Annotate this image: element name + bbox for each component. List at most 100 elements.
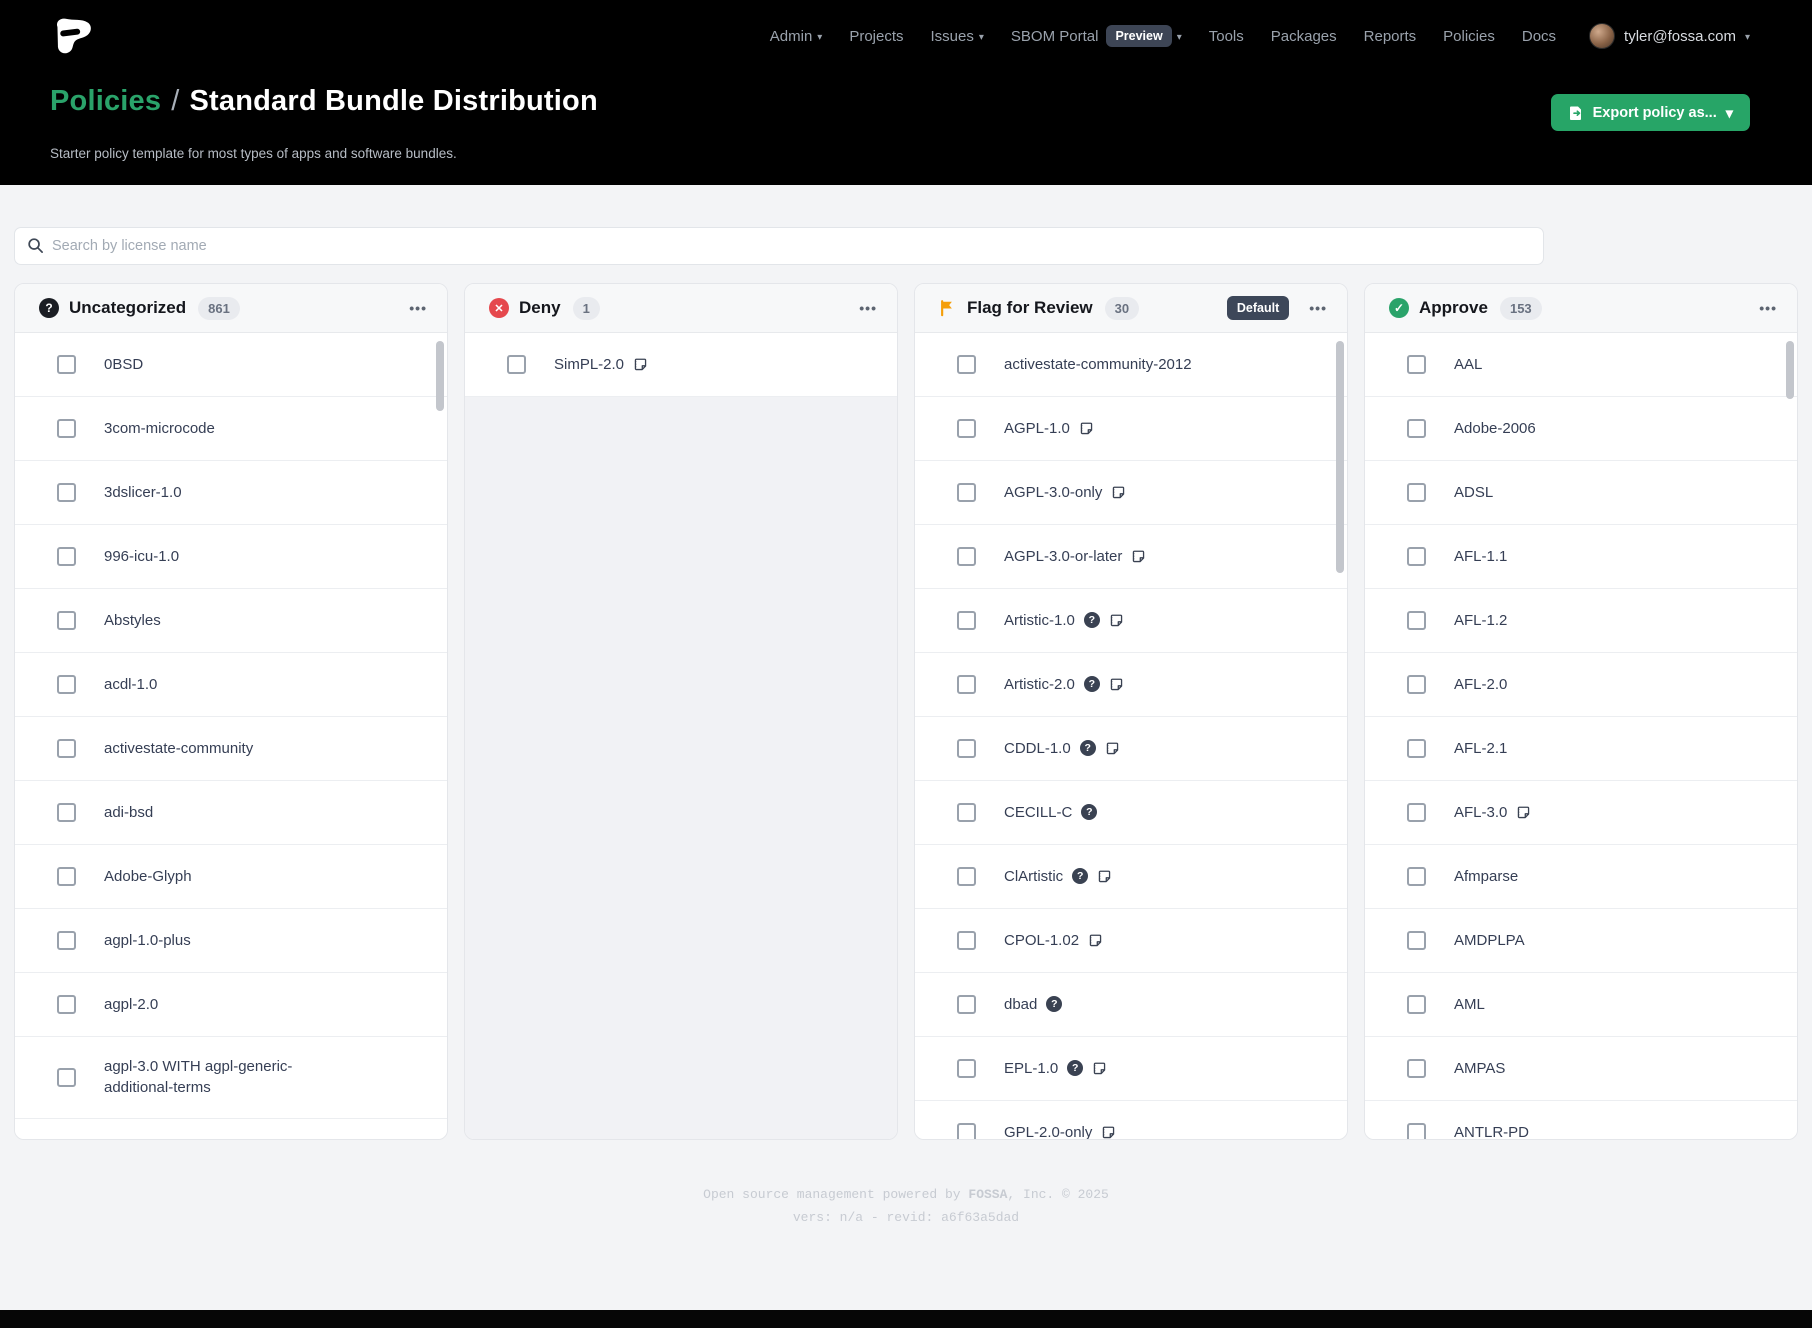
license-row[interactable]: acdl-1.0 <box>15 653 447 717</box>
question-badge-icon[interactable]: ? <box>1084 612 1100 628</box>
nav-item-policies[interactable]: Policies <box>1443 28 1495 45</box>
question-badge-icon[interactable]: ? <box>1046 996 1062 1012</box>
license-row[interactable]: Adobe-2006 <box>1365 397 1797 461</box>
license-text-icon[interactable] <box>1079 421 1094 436</box>
ellipsis-menu-icon[interactable]: ••• <box>1309 301 1327 315</box>
license-row[interactable]: dbad? <box>915 973 1347 1037</box>
license-checkbox[interactable] <box>57 611 76 630</box>
license-row[interactable]: adi-bsd <box>15 781 447 845</box>
license-checkbox[interactable] <box>57 1068 76 1087</box>
license-row[interactable]: GPL-2.0-only <box>915 1101 1347 1139</box>
license-row[interactable]: CPOL-1.02 <box>915 909 1347 973</box>
license-checkbox[interactable] <box>57 355 76 374</box>
license-row[interactable]: AMPAS <box>1365 1037 1797 1101</box>
nav-item-docs[interactable]: Docs <box>1522 28 1556 45</box>
license-text-icon[interactable] <box>1088 933 1103 948</box>
license-row[interactable]: CECILL-C? <box>915 781 1347 845</box>
scrollbar-thumb[interactable] <box>1786 341 1794 399</box>
license-row[interactable]: AAL <box>1365 333 1797 397</box>
license-checkbox[interactable] <box>57 739 76 758</box>
license-checkbox[interactable] <box>957 803 976 822</box>
license-text-icon[interactable] <box>1516 805 1531 820</box>
license-row[interactable]: 3com-microcode <box>15 397 447 461</box>
scrollbar-thumb[interactable] <box>436 341 444 411</box>
license-row[interactable]: activestate-community <box>15 717 447 781</box>
license-row[interactable]: 0BSD <box>15 333 447 397</box>
license-text-icon[interactable] <box>1105 741 1120 756</box>
license-row[interactable]: agpl-2.0 <box>15 973 447 1037</box>
license-text-icon[interactable] <box>1109 677 1124 692</box>
license-row[interactable]: Abstyles <box>15 589 447 653</box>
license-checkbox[interactable] <box>57 995 76 1014</box>
license-row[interactable]: Adobe-Glyph <box>15 845 447 909</box>
question-badge-icon[interactable]: ? <box>1080 740 1096 756</box>
nav-item-admin[interactable]: Admin▾ <box>770 28 823 45</box>
ellipsis-menu-icon[interactable]: ••• <box>409 301 427 315</box>
nav-item-sbom-portal[interactable]: SBOM PortalPreview▾ <box>1011 25 1182 47</box>
license-checkbox[interactable] <box>957 1059 976 1078</box>
license-checkbox[interactable] <box>1407 1059 1426 1078</box>
license-checkbox[interactable] <box>957 611 976 630</box>
license-checkbox[interactable] <box>1407 483 1426 502</box>
nav-item-packages[interactable]: Packages <box>1271 28 1337 45</box>
license-checkbox[interactable] <box>1407 355 1426 374</box>
license-row[interactable]: agpl-1.0-plus <box>15 909 447 973</box>
license-row[interactable]: EPL-1.0? <box>915 1037 1347 1101</box>
ellipsis-menu-icon[interactable]: ••• <box>1759 301 1777 315</box>
fossa-logo-icon[interactable] <box>50 16 94 56</box>
license-row[interactable]: Artistic-2.0? <box>915 653 1347 717</box>
license-row[interactable]: AFL-3.0 <box>1365 781 1797 845</box>
license-checkbox[interactable] <box>507 355 526 374</box>
license-checkbox[interactable] <box>957 675 976 694</box>
license-row[interactable]: agpl-3.0 WITH minio-exception <box>15 1119 447 1139</box>
ellipsis-menu-icon[interactable]: ••• <box>859 301 877 315</box>
license-checkbox[interactable] <box>1407 803 1426 822</box>
license-row[interactable]: AMDPLPA <box>1365 909 1797 973</box>
license-row[interactable]: ADSL <box>1365 461 1797 525</box>
license-row[interactable]: AFL-1.1 <box>1365 525 1797 589</box>
license-row[interactable]: SimPL-2.0 <box>465 333 897 397</box>
license-row[interactable]: AGPL-3.0-only <box>915 461 1347 525</box>
question-badge-icon[interactable]: ? <box>1081 804 1097 820</box>
search-input[interactable] <box>14 227 1544 265</box>
license-text-icon[interactable] <box>1092 1061 1107 1076</box>
nav-item-issues[interactable]: Issues▾ <box>931 28 984 45</box>
license-row[interactable]: AFL-2.1 <box>1365 717 1797 781</box>
license-checkbox[interactable] <box>957 419 976 438</box>
license-text-icon[interactable] <box>1111 485 1126 500</box>
license-checkbox[interactable] <box>957 995 976 1014</box>
license-row[interactable]: AFL-1.2 <box>1365 589 1797 653</box>
license-checkbox[interactable] <box>1407 611 1426 630</box>
license-text-icon[interactable] <box>1101 1125 1116 1139</box>
user-menu[interactable]: tyler@fossa.com▾ <box>1589 23 1750 49</box>
license-checkbox[interactable] <box>57 803 76 822</box>
license-checkbox[interactable] <box>957 1123 976 1139</box>
license-checkbox[interactable] <box>1407 995 1426 1014</box>
license-row[interactable]: activestate-community-2012 <box>915 333 1347 397</box>
license-checkbox[interactable] <box>1407 867 1426 886</box>
license-checkbox[interactable] <box>957 483 976 502</box>
license-row[interactable]: CDDL-1.0? <box>915 717 1347 781</box>
license-row[interactable]: AML <box>1365 973 1797 1037</box>
license-checkbox[interactable] <box>1407 419 1426 438</box>
license-checkbox[interactable] <box>1407 547 1426 566</box>
license-checkbox[interactable] <box>1407 1123 1426 1139</box>
license-row[interactable]: AGPL-1.0 <box>915 397 1347 461</box>
nav-item-projects[interactable]: Projects <box>849 28 903 45</box>
license-row[interactable]: Afmparse <box>1365 845 1797 909</box>
license-checkbox[interactable] <box>1407 931 1426 950</box>
license-text-icon[interactable] <box>1109 613 1124 628</box>
license-checkbox[interactable] <box>57 931 76 950</box>
license-checkbox[interactable] <box>57 547 76 566</box>
license-checkbox[interactable] <box>57 419 76 438</box>
license-checkbox[interactable] <box>1407 739 1426 758</box>
license-row[interactable]: ClArtistic? <box>915 845 1347 909</box>
license-row[interactable]: 3dslicer-1.0 <box>15 461 447 525</box>
license-text-icon[interactable] <box>633 357 648 372</box>
license-checkbox[interactable] <box>1407 675 1426 694</box>
breadcrumb-policies-link[interactable]: Policies <box>50 85 161 117</box>
question-badge-icon[interactable]: ? <box>1072 868 1088 884</box>
license-row[interactable]: agpl-3.0 WITH agpl-generic-additional-te… <box>15 1037 447 1119</box>
license-checkbox[interactable] <box>57 483 76 502</box>
license-text-icon[interactable] <box>1097 869 1112 884</box>
